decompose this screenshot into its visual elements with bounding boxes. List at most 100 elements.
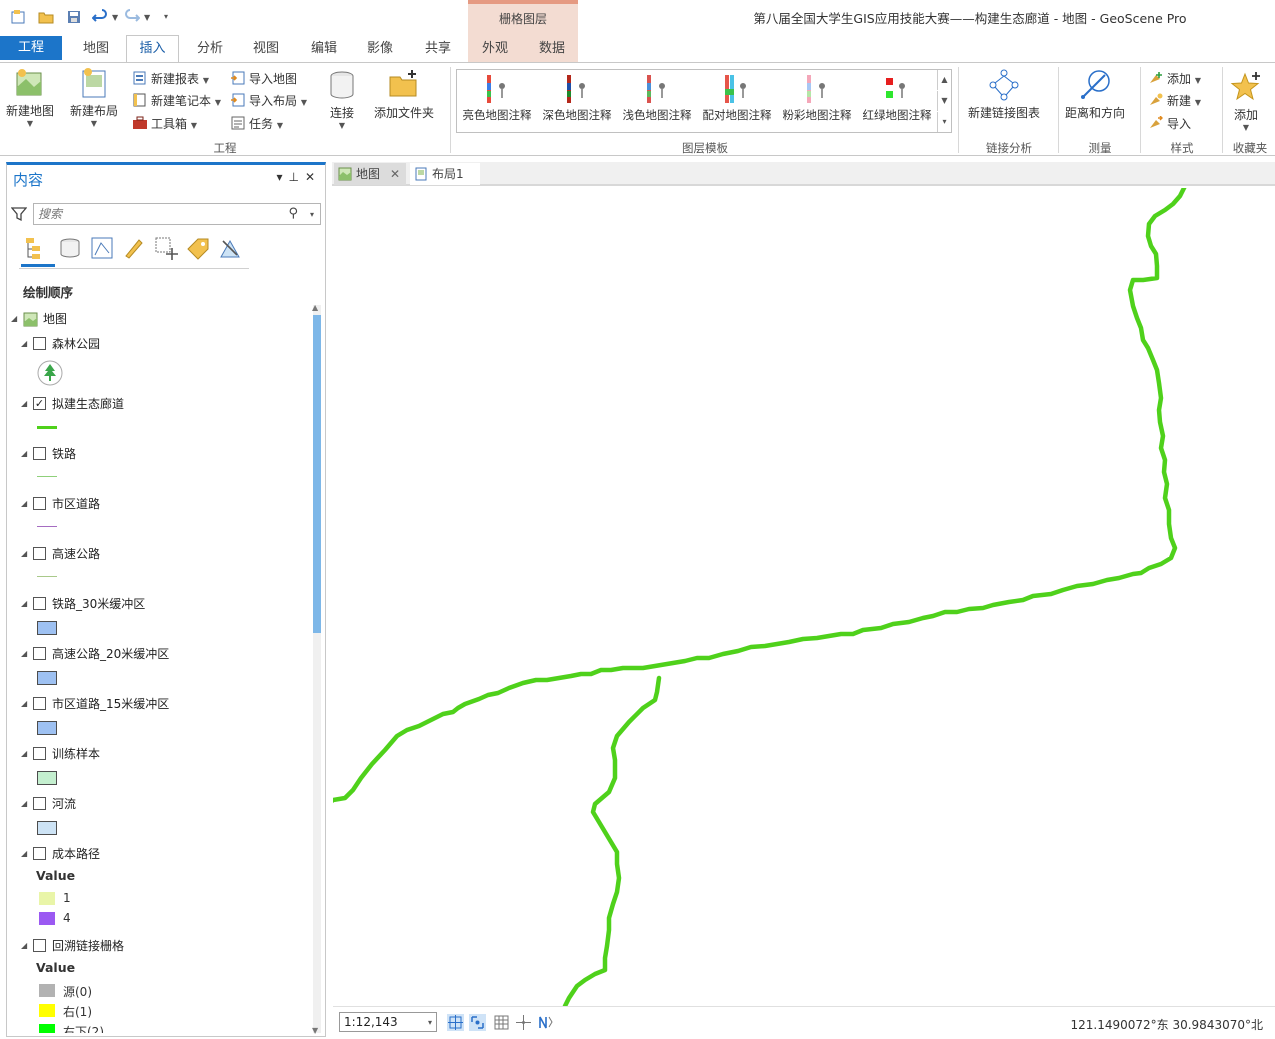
list-by-editing-icon[interactable] xyxy=(121,235,147,261)
list-by-labeling-icon[interactable] xyxy=(185,235,211,261)
tab-imagery[interactable]: 影像 xyxy=(354,38,406,62)
expand-triangle-icon[interactable]: ◢ xyxy=(21,844,27,864)
undo-dropdown-icon[interactable]: ▼ xyxy=(112,13,118,22)
layer-row[interactable]: ◢ 森林公园 xyxy=(21,334,281,354)
template-bright[interactable]: 亮色地图注释 xyxy=(457,74,537,123)
gallery-scroll-up-icon[interactable]: ▲ xyxy=(937,70,951,90)
style-import-button[interactable]: 导入 xyxy=(1148,114,1191,134)
layer-row[interactable]: ◢ 河流 xyxy=(21,794,281,814)
toolbox-button[interactable]: 工具箱 ▼ xyxy=(132,114,197,134)
expand-triangle-icon[interactable]: ◢ xyxy=(21,794,27,814)
close-tab-icon[interactable]: ✕ xyxy=(390,163,400,185)
scale-dropdown-icon[interactable]: ▾ xyxy=(428,1014,432,1032)
expand-triangle-icon[interactable]: ◢ xyxy=(21,394,27,414)
scroll-down-icon[interactable]: ▼ xyxy=(312,1026,318,1035)
list-by-drawing-order-icon[interactable] xyxy=(23,235,49,261)
expand-triangle-icon[interactable]: ◢ xyxy=(21,544,27,564)
template-red-green[interactable]: 红绿地图注释 xyxy=(857,74,937,123)
save-project-icon[interactable] xyxy=(66,9,82,25)
template-paired[interactable]: 配对地图注释 xyxy=(697,74,777,123)
layer-row[interactable]: ◢ 市区道路 xyxy=(21,494,281,514)
tab-project[interactable]: 工程 xyxy=(0,36,62,60)
scale-selector[interactable]: 1:12,143 ▾ xyxy=(339,1012,437,1032)
grid-icon[interactable] xyxy=(493,1014,510,1031)
new-layout-button[interactable]: 新建布局 ▼ xyxy=(64,67,124,128)
new-project-icon[interactable] xyxy=(10,9,26,25)
list-by-selection-icon[interactable] xyxy=(89,235,115,261)
layer-row[interactable]: ◢ ✓ 拟建生态廊道 xyxy=(21,394,281,414)
tab-share[interactable]: 共享 xyxy=(412,38,464,62)
customize-qat-icon[interactable]: ▾ xyxy=(164,12,168,21)
layer-visibility-checkbox[interactable] xyxy=(33,847,46,860)
search-input[interactable] xyxy=(34,204,274,224)
layer-visibility-checkbox[interactable] xyxy=(33,647,46,660)
layer-row[interactable]: ◢ 高速公路 xyxy=(21,544,281,564)
search-options-icon[interactable]: ▾ xyxy=(310,210,314,219)
tab-edit[interactable]: 编辑 xyxy=(298,38,350,62)
layer-visibility-checkbox[interactable] xyxy=(33,939,46,952)
layer-visibility-checkbox[interactable] xyxy=(33,447,46,460)
layer-visibility-checkbox[interactable] xyxy=(33,497,46,510)
expand-triangle-icon[interactable]: ◢ xyxy=(21,444,27,464)
expand-triangle-icon[interactable]: ◢ xyxy=(21,644,27,664)
north-arrow-icon[interactable] xyxy=(537,1014,554,1031)
new-notebook-button[interactable]: 新建笔记本 ▼ xyxy=(132,91,221,111)
gallery-scroll-down-icon[interactable]: ▼ xyxy=(937,91,951,111)
layer-row[interactable]: ◢ 训练样本 xyxy=(21,744,281,764)
import-layout-button[interactable]: 导入布局 ▼ xyxy=(230,91,307,111)
tab-insert[interactable]: 插入 xyxy=(126,35,179,63)
fixed-zoom-icon[interactable] xyxy=(447,1014,464,1031)
filter-icon[interactable] xyxy=(11,206,27,222)
scroll-up-icon[interactable]: ▲ xyxy=(312,303,318,312)
new-link-chart-button[interactable]: 新建链接图表 xyxy=(964,69,1044,121)
expand-triangle-icon[interactable]: ◢ xyxy=(21,594,27,614)
expand-triangle-icon[interactable]: ◢ xyxy=(21,694,27,714)
open-project-icon[interactable] xyxy=(38,9,54,25)
style-new-button[interactable]: 新建 ▼ xyxy=(1148,91,1201,111)
list-by-snapping-icon[interactable] xyxy=(153,235,179,261)
tab-appearance[interactable]: 外观 xyxy=(470,38,520,62)
expand-triangle-icon[interactable]: ◢ xyxy=(11,309,17,329)
template-dark[interactable]: 深色地图注释 xyxy=(537,74,617,123)
connect-button[interactable]: 连接 ▼ xyxy=(320,69,364,130)
layer-row[interactable]: ◢ 市区道路_15米缓冲区 xyxy=(21,694,281,714)
map-canvas[interactable] xyxy=(333,188,1275,1006)
expand-triangle-icon[interactable]: ◢ xyxy=(21,744,27,764)
add-folder-button[interactable]: 添加文件夹 xyxy=(370,69,438,121)
template-pastel[interactable]: 粉彩地图注释 xyxy=(777,74,857,123)
tab-map-view[interactable]: 地图 ✕ xyxy=(334,163,406,185)
tab-layout-view[interactable]: 布局1 xyxy=(410,163,480,185)
crosshair-icon[interactable] xyxy=(515,1014,532,1031)
contents-scrollbar[interactable]: ▲ ▼ xyxy=(312,303,321,1035)
layer-row[interactable]: ◢ 高速公路_20米缓冲区 xyxy=(21,644,281,664)
list-by-perspective-icon[interactable] xyxy=(217,235,243,261)
expand-triangle-icon[interactable]: ◢ xyxy=(21,334,27,354)
redo-dropdown-icon[interactable]: ▼ xyxy=(144,13,150,22)
tab-analysis[interactable]: 分析 xyxy=(184,38,236,62)
favorites-add-button[interactable]: 添加 ▼ xyxy=(1226,71,1266,132)
import-map-button[interactable]: 导入地图 xyxy=(230,69,297,89)
expand-triangle-icon[interactable]: ◢ xyxy=(21,936,27,956)
layer-visibility-checkbox[interactable]: ✓ xyxy=(33,397,46,410)
snapping-icon[interactable] xyxy=(469,1014,486,1031)
tab-view[interactable]: 视图 xyxy=(240,38,292,62)
new-map-button[interactable]: 新建地图 ▼ xyxy=(2,67,58,128)
layer-visibility-checkbox[interactable] xyxy=(33,337,46,350)
new-report-button[interactable]: 新建报表 ▼ xyxy=(132,69,209,89)
pin-icon[interactable]: ⊥ xyxy=(288,170,304,184)
layer-visibility-checkbox[interactable] xyxy=(33,747,46,760)
gallery-expand-icon[interactable]: ▾ xyxy=(937,112,951,132)
map-node[interactable]: ◢ 地图 xyxy=(11,309,211,329)
expand-triangle-icon[interactable]: ◢ xyxy=(21,494,27,514)
close-icon[interactable]: ✕ xyxy=(305,170,321,184)
redo-icon[interactable] xyxy=(124,9,140,25)
search-icon[interactable]: ⚲ xyxy=(288,206,298,221)
distance-direction-button[interactable]: 距离和方向 xyxy=(1062,69,1128,121)
layer-row[interactable]: ◢ 铁路_30米缓冲区 xyxy=(21,594,281,614)
list-by-source-icon[interactable] xyxy=(57,235,83,261)
style-add-button[interactable]: 添加 ▼ xyxy=(1148,69,1201,89)
pane-options-icon[interactable]: ▾ xyxy=(276,170,288,184)
layer-visibility-checkbox[interactable] xyxy=(33,547,46,560)
tab-map[interactable]: 地图 xyxy=(70,38,122,62)
tab-data[interactable]: 数据 xyxy=(526,38,578,62)
